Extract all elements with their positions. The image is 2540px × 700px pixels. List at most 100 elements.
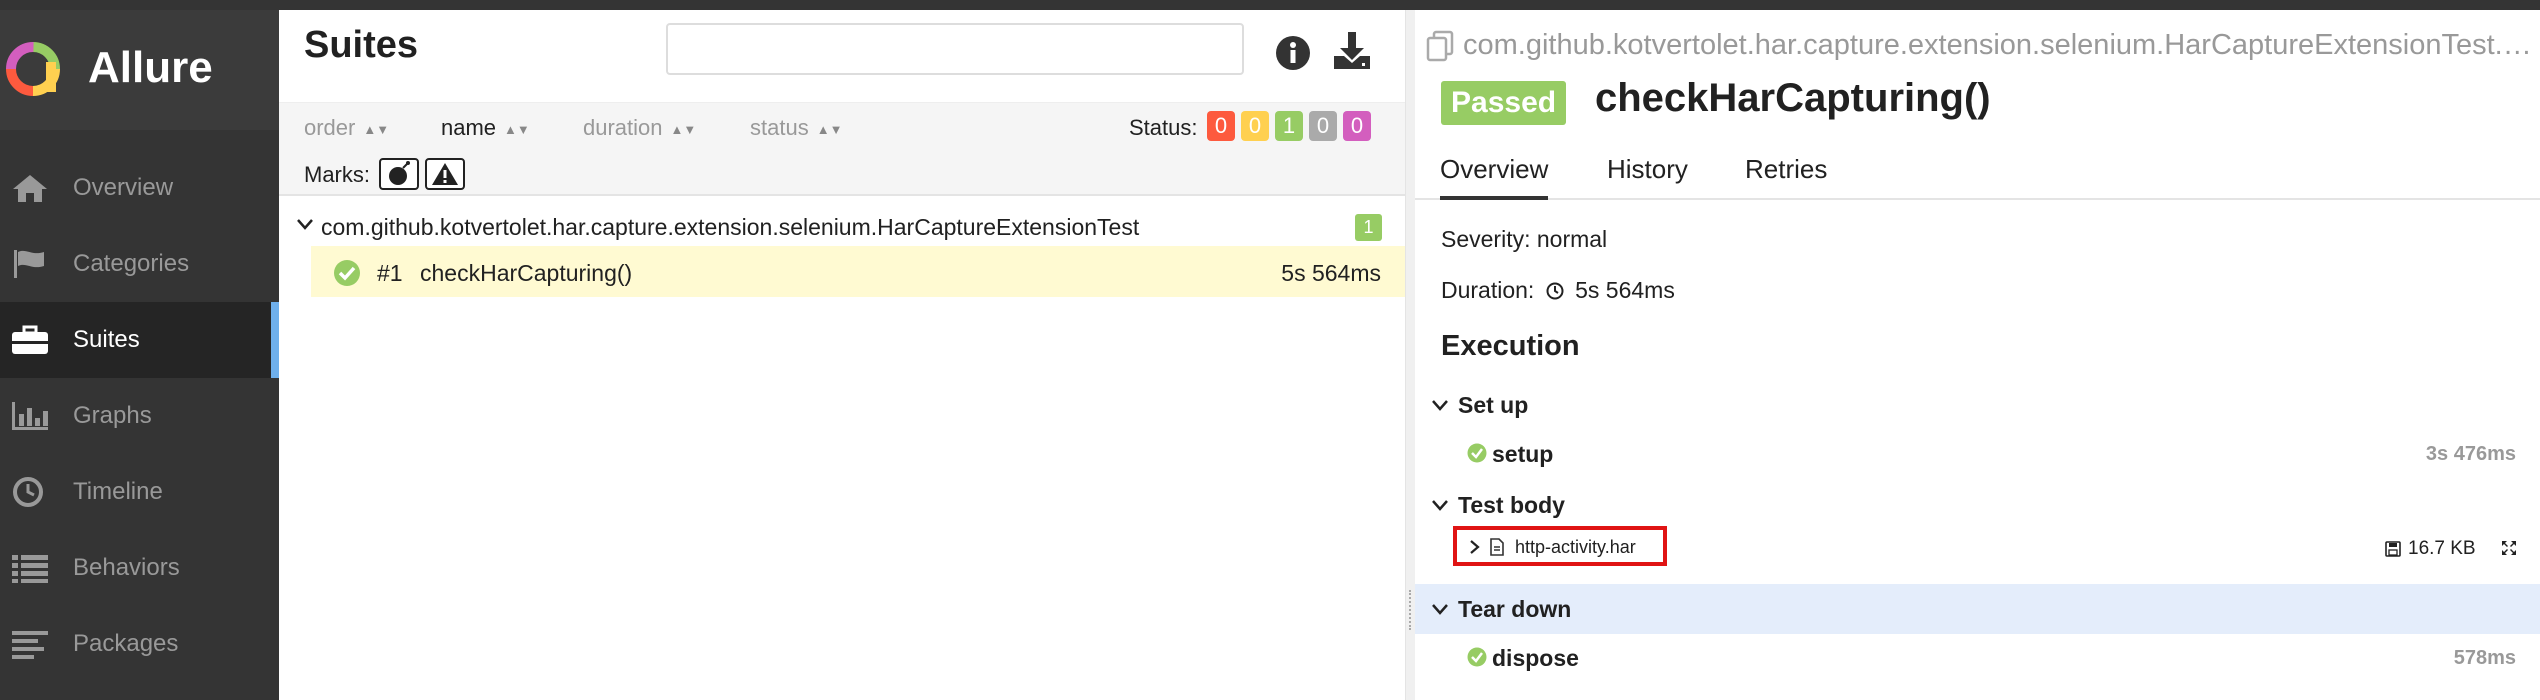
- download-icon[interactable]: [1331, 30, 1373, 72]
- test-row[interactable]: #1 checkHarCapturing() 5s 564ms: [311, 246, 1405, 297]
- sidebar-item-label: Overview: [73, 174, 174, 201]
- clock-icon: [13, 477, 43, 507]
- sidebar-item-categories[interactable]: Categories: [0, 226, 279, 302]
- duration-label: Duration:: [1441, 277, 1535, 303]
- tab-overview[interactable]: Overview: [1440, 154, 1549, 200]
- sort-name[interactable]: name ▲▼: [441, 115, 530, 141]
- chevron-down-icon: [1432, 400, 1448, 411]
- sidebar-item-graphs[interactable]: Graphs: [0, 378, 279, 454]
- sort-icon: ▲▼: [504, 121, 530, 137]
- step-name: setup: [1492, 441, 1554, 467]
- test-case-title: checkHarCapturing(): [1595, 76, 1991, 120]
- align-left-icon: [12, 631, 48, 659]
- stage-label: Test body: [1458, 492, 1565, 518]
- setup-stage[interactable]: Set up: [1415, 380, 2540, 430]
- test-detail-pane: com.github.kotvertolet.har.capture.exten…: [1415, 10, 2540, 700]
- test-duration: 5s 564ms: [1281, 260, 1381, 286]
- sidebar-item-label: Suites: [73, 326, 140, 353]
- sidebar-nav: Overview Categories Suites Graphs Timeli…: [0, 150, 279, 682]
- flaky-mark-button[interactable]: [379, 158, 419, 190]
- status-filter-label: Status:: [1129, 115, 1198, 140]
- status-filter-unknown[interactable]: 0: [1343, 111, 1371, 141]
- test-number: #1: [377, 260, 403, 286]
- stopwatch-icon: [1546, 282, 1564, 300]
- step-name: dispose: [1492, 645, 1579, 671]
- sidebar-item-packages[interactable]: Packages: [0, 606, 279, 682]
- bomb-icon: [389, 161, 410, 185]
- test-name: checkHarCapturing(): [420, 260, 633, 286]
- brand-name: Allure: [88, 43, 213, 92]
- stage-label: Set up: [1458, 392, 1529, 418]
- duration-value: 5s 564ms: [1575, 277, 1675, 303]
- expand-icon[interactable]: [2500, 539, 2518, 557]
- sidebar-item-label: Timeline: [73, 478, 163, 505]
- breadcrumb: com.github.kotvertolet.har.capture.exten…: [1463, 29, 2535, 61]
- chevron-down-icon: [1432, 500, 1448, 511]
- copy-icon[interactable]: [1425, 30, 1455, 62]
- top-bar: [0, 0, 2540, 10]
- status-filter-broken[interactable]: 0: [1241, 111, 1269, 141]
- detail-tabs: Overview History Retries: [1415, 140, 2540, 200]
- attachment-name: http-activity.har: [1515, 537, 1636, 557]
- splitter-grip: [1409, 590, 1413, 630]
- save-icon: [2385, 541, 2401, 557]
- chevron-down-icon: [297, 219, 313, 230]
- bar-chart-icon: [12, 402, 48, 430]
- sidebar-item-overview[interactable]: Overview: [0, 150, 279, 226]
- status-filter-passed[interactable]: 1: [1275, 111, 1303, 141]
- suites-pane: Suites order ▲▼ name ▲▼ duration ▲▼ status ▲…: [279, 10, 1405, 700]
- sort-icon: ▲▼: [363, 121, 390, 137]
- duration-row: Duration: 5s 564ms: [1441, 277, 1675, 304]
- passed-check-icon: [1467, 443, 1487, 463]
- pane-splitter[interactable]: [1405, 10, 1415, 700]
- suite-group-name: com.github.kotvertolet.har.capture.exten…: [321, 214, 1140, 240]
- passed-check-icon: [334, 260, 360, 286]
- attachment-size: 16.7 KB: [2408, 538, 2476, 559]
- step-duration: 3s 476ms: [2425, 443, 2516, 465]
- brand[interactable]: Allure: [0, 10, 279, 130]
- file-icon: [1490, 538, 1504, 556]
- info-icon[interactable]: [1274, 34, 1312, 72]
- chevron-down-icon: [1432, 604, 1448, 615]
- tab-history[interactable]: History: [1607, 154, 1688, 200]
- teardown-stage[interactable]: Tear down: [1415, 584, 2540, 634]
- sidebar-item-suites[interactable]: Suites: [0, 302, 279, 378]
- sort-bar: order ▲▼ name ▲▼ duration ▲▼ status ▲▼ Statu…: [279, 102, 1405, 150]
- search-input[interactable]: [666, 23, 1244, 75]
- warning-icon: [432, 163, 458, 185]
- home-icon: [13, 175, 47, 202]
- sidebar-item-label: Graphs: [73, 402, 152, 429]
- list-icon: [12, 555, 48, 583]
- flag-icon: [14, 250, 44, 278]
- severity-text: Severity: normal: [1441, 226, 1608, 252]
- sidebar-item-label: Packages: [73, 630, 179, 657]
- sidebar-item-label: Categories: [73, 250, 190, 277]
- suite-group-count: 1: [1355, 214, 1382, 241]
- sort-status[interactable]: status ▲▼: [750, 115, 842, 141]
- sidebar-item-label: Behaviors: [73, 554, 180, 581]
- page-title: Suites: [304, 24, 419, 66]
- attachment-row[interactable]: http-activity.har: [1453, 526, 1667, 566]
- briefcase-icon: [12, 325, 48, 354]
- sort-icon: ▲▼: [816, 121, 843, 137]
- sort-icon: ▲▼: [670, 121, 697, 137]
- marks-bar: Marks:: [279, 150, 1405, 196]
- status-filter-failed[interactable]: 0: [1207, 111, 1235, 141]
- sort-order[interactable]: order ▲▼: [304, 115, 389, 141]
- stage-label: Tear down: [1458, 596, 1572, 622]
- chevron-right-icon: [1470, 540, 1480, 554]
- sidebar: Allure Overview Categories Suites Graphs…: [0, 10, 279, 700]
- sidebar-item-timeline[interactable]: Timeline: [0, 454, 279, 530]
- sort-duration[interactable]: duration ▲▼: [583, 115, 696, 141]
- tab-retries[interactable]: Retries: [1745, 154, 1827, 200]
- test-body-stage[interactable]: Test body: [1415, 480, 2540, 530]
- teardown-step[interactable]: dispose 578ms: [1415, 635, 2540, 681]
- known-issue-mark-button[interactable]: [425, 158, 465, 190]
- sidebar-item-behaviors[interactable]: Behaviors: [0, 530, 279, 606]
- execution-title: Execution: [1441, 330, 1580, 362]
- marks-label: Marks:: [304, 162, 370, 187]
- setup-step[interactable]: setup 3s 476ms: [1415, 431, 2540, 477]
- step-duration: 578ms: [2453, 647, 2516, 669]
- status-filter-skipped[interactable]: 0: [1309, 111, 1337, 141]
- suite-group-row[interactable]: com.github.kotvertolet.har.capture.exten…: [279, 202, 1405, 252]
